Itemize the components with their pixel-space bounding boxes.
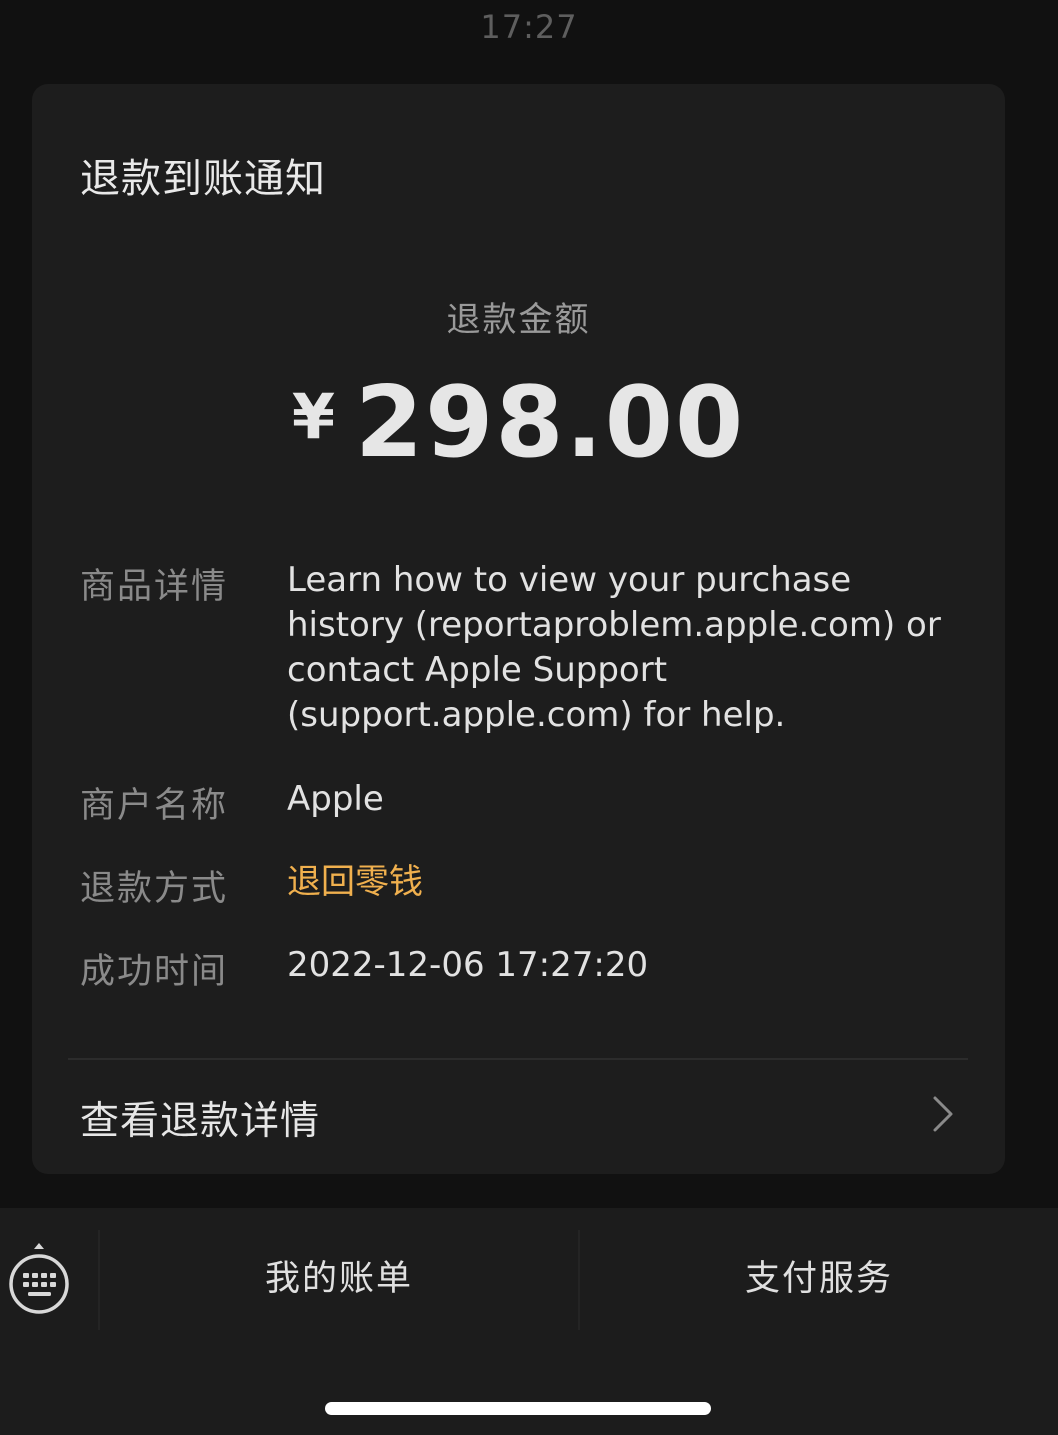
chat-screen: 17:27 退款到账通知 退款金额 ¥298.00 商品详情 Learn how…	[0, 0, 1058, 1435]
detail-value-product: Learn how to view your purchase history …	[287, 560, 941, 735]
detail-label-merchant: 商户名称	[80, 786, 229, 826]
detail-value-merchant: Apple	[287, 779, 384, 819]
keyboard-toggle-icon[interactable]	[6, 1242, 72, 1318]
refund-amount-label: 退款金额	[446, 300, 591, 340]
chevron-right-icon	[933, 1096, 953, 1132]
menu-payment-services[interactable]: 支付服务	[580, 1208, 1058, 1350]
card-title: 退款到账通知	[80, 156, 326, 202]
bottom-menu-bar: 我的账单 支付服务	[0, 1208, 1058, 1435]
refund-amount: ¥298.00	[32, 366, 1005, 480]
currency-symbol: ¥	[291, 380, 335, 453]
detail-label-product: 商品详情	[80, 567, 229, 607]
detail-label-success-time: 成功时间	[80, 952, 229, 992]
refund-notification-card[interactable]: 退款到账通知 退款金额 ¥298.00 商品详情 Learn how to vi…	[32, 84, 1005, 1174]
menu-my-bills[interactable]: 我的账单	[100, 1208, 578, 1350]
detail-value-refund-method: 退回零钱	[287, 862, 423, 902]
detail-value-success-time: 2022-12-06 17:27:20	[287, 945, 649, 985]
view-refund-details-button[interactable]: 查看退款详情	[32, 1060, 1005, 1170]
refund-amount-value: 298.00	[354, 366, 746, 480]
view-refund-details-label: 查看退款详情	[80, 1099, 321, 1144]
detail-label-refund-method: 退款方式	[80, 869, 229, 909]
home-indicator[interactable]	[325, 1402, 711, 1415]
message-timestamp: 17:27	[480, 8, 578, 46]
